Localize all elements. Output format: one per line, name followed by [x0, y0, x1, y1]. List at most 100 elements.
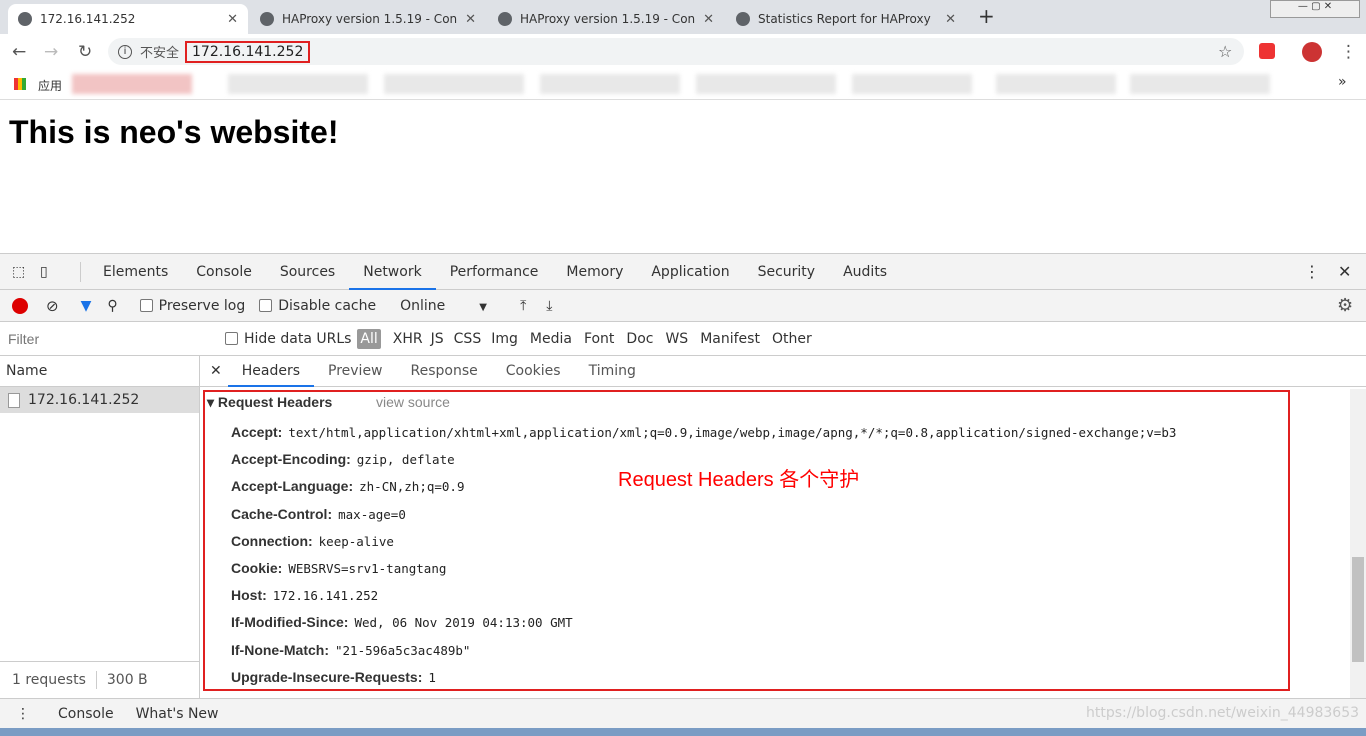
header-row: Upgrade-Insecure-Requests: 1 — [231, 669, 436, 685]
blurred-bookmark[interactable] — [540, 74, 680, 94]
extension-icon[interactable] — [1259, 43, 1275, 59]
header-value: 1 — [428, 669, 436, 685]
menu-icon[interactable]: ⋮ — [1340, 42, 1357, 62]
document-icon — [8, 392, 20, 408]
filter-type-ws[interactable]: WS — [665, 331, 688, 347]
blurred-bookmark[interactable] — [1130, 74, 1270, 94]
close-tab-icon[interactable]: ✕ — [465, 12, 476, 27]
browser-tab[interactable]: HAProxy version 1.5.19 - Confi ✕ — [250, 4, 486, 34]
scrollbar[interactable] — [1350, 389, 1366, 698]
star-icon[interactable]: ☆ — [1218, 42, 1232, 61]
close-tab-icon[interactable]: ✕ — [227, 12, 238, 27]
new-tab-button[interactable]: + — [978, 4, 995, 28]
info-icon[interactable]: i — [118, 44, 132, 59]
tab-memory[interactable]: Memory — [552, 254, 637, 290]
devtools: ⬚ ▯ Elements Console Sources Network Per… — [0, 253, 1366, 730]
request-headers-section[interactable]: ▾ Request Headers — [207, 394, 332, 411]
blurred-bookmark[interactable] — [696, 74, 836, 94]
header-name: Accept: — [231, 424, 283, 440]
tab-preview[interactable]: Preview — [314, 356, 397, 387]
inspect-icon[interactable]: ⬚ — [12, 264, 32, 280]
avatar[interactable] — [1302, 42, 1322, 62]
name-column-header[interactable]: Name — [0, 356, 199, 387]
filter-type-manifest[interactable]: Manifest — [700, 331, 760, 347]
request-row[interactable]: 172.16.141.252 — [0, 387, 199, 413]
tab-network[interactable]: Network — [349, 254, 436, 290]
drawer-menu-icon[interactable]: ⋮ — [16, 706, 30, 722]
watermark: https://blog.csdn.net/weixin_44983653 — [1086, 705, 1360, 721]
filter-input[interactable] — [5, 327, 209, 350]
header-row: Cache-Control: max-age=0 — [231, 506, 406, 522]
more-bookmarks[interactable]: » — [1338, 74, 1347, 90]
tab-timing[interactable]: Timing — [575, 356, 650, 387]
import-har-icon[interactable]: ⤒ — [520, 298, 526, 314]
drawer-tab-whats-new[interactable]: What's New — [126, 706, 229, 722]
disable-cache-checkbox[interactable]: Disable cache — [259, 298, 376, 314]
filter-type-doc[interactable]: Doc — [626, 331, 653, 347]
tab-response[interactable]: Response — [397, 356, 492, 387]
browser-tab[interactable]: Statistics Report for HAProxy ✕ — [726, 4, 966, 34]
tab-headers[interactable]: Headers — [227, 356, 315, 387]
close-detail-icon[interactable]: ✕ — [210, 363, 222, 379]
window-controls[interactable]: — ▢ ✕ — [1270, 0, 1360, 18]
filter-type-other[interactable]: Other — [772, 331, 812, 347]
filter-type-all[interactable]: All — [357, 328, 381, 349]
browser-tab[interactable]: HAProxy version 1.5.19 - Confi ✕ — [488, 4, 724, 34]
forward-icon[interactable]: → — [44, 42, 58, 62]
tab-elements[interactable]: Elements — [89, 254, 182, 290]
preserve-log-checkbox[interactable]: Preserve log — [139, 298, 245, 314]
omnibox[interactable]: i 不安全 172.16.141.252 — [108, 38, 1244, 65]
tab-sources[interactable]: Sources — [266, 254, 349, 290]
filter-type-xhr[interactable]: XHR — [393, 331, 423, 347]
header-name: If-None-Match: — [231, 641, 329, 658]
header-row: Cookie: WEBSRVS=srv1-tangtang — [231, 560, 446, 576]
header-value: "21-596a5c3ac489b" — [335, 642, 471, 658]
blurred-bookmark[interactable] — [384, 74, 524, 94]
browser-tab[interactable]: 172.16.141.252 ✕ — [8, 4, 248, 34]
header-row: Accept-Encoding: gzip, deflate — [231, 451, 455, 467]
close-devtools-icon[interactable]: ✕ — [1338, 262, 1351, 281]
blurred-bookmark[interactable] — [228, 74, 368, 94]
header-value: max-age=0 — [338, 506, 406, 522]
clear-icon[interactable]: ⊘ — [46, 297, 59, 315]
settings-gear-icon[interactable]: ⚙ — [1337, 295, 1353, 316]
security-label: 不安全 — [140, 46, 180, 61]
more-options-icon[interactable]: ⋮ — [1304, 262, 1320, 281]
tab-performance[interactable]: Performance — [436, 254, 553, 290]
globe-icon — [18, 12, 32, 26]
filter-type-css[interactable]: CSS — [454, 331, 482, 347]
close-tab-icon[interactable]: ✕ — [703, 12, 714, 27]
blurred-bookmark[interactable] — [996, 74, 1116, 94]
header-row: Accept: text/html,application/xhtml+xml,a… — [231, 424, 1176, 440]
filter-type-media[interactable]: Media — [530, 331, 572, 347]
taskbar — [0, 728, 1366, 736]
tab-audits[interactable]: Audits — [829, 254, 901, 290]
tab-console[interactable]: Console — [182, 254, 266, 290]
close-tab-icon[interactable]: ✕ — [945, 12, 956, 27]
blurred-bookmark[interactable] — [72, 74, 192, 94]
throttle-select[interactable]: Online ▼ — [400, 298, 500, 314]
drawer-tab-console[interactable]: Console — [46, 699, 126, 730]
apps-icon[interactable] — [14, 78, 26, 90]
filter-icon[interactable]: ▼ — [81, 298, 92, 314]
tab-application[interactable]: Application — [637, 254, 743, 290]
search-icon[interactable]: ⚲ — [107, 298, 117, 314]
filter-type-img[interactable]: Img — [491, 331, 518, 347]
tab-strip: 172.16.141.252 ✕ HAProxy version 1.5.19 -… — [0, 0, 1366, 34]
filter-type-js[interactable]: JS — [431, 331, 444, 347]
reload-icon[interactable]: ↻ — [78, 42, 92, 62]
record-icon[interactable] — [12, 297, 28, 314]
filter-type-font[interactable]: Font — [584, 331, 614, 347]
apps-label[interactable]: 应用 — [38, 77, 62, 94]
device-toggle-icon[interactable]: ▯ — [40, 264, 80, 280]
blurred-bookmark[interactable] — [852, 74, 972, 94]
view-source-link[interactable]: view source — [376, 394, 450, 410]
back-icon[interactable]: ← — [12, 42, 26, 62]
hide-data-urls-checkbox[interactable]: Hide data URLs — [225, 331, 351, 347]
export-har-icon[interactable]: ⤓ — [546, 298, 552, 314]
header-row: Host: 172.16.141.252 — [231, 587, 378, 603]
header-value: 172.16.141.252 — [272, 588, 379, 604]
url-text[interactable]: 172.16.141.252 — [185, 40, 311, 63]
tab-security[interactable]: Security — [744, 254, 830, 290]
tab-cookies[interactable]: Cookies — [492, 356, 575, 387]
